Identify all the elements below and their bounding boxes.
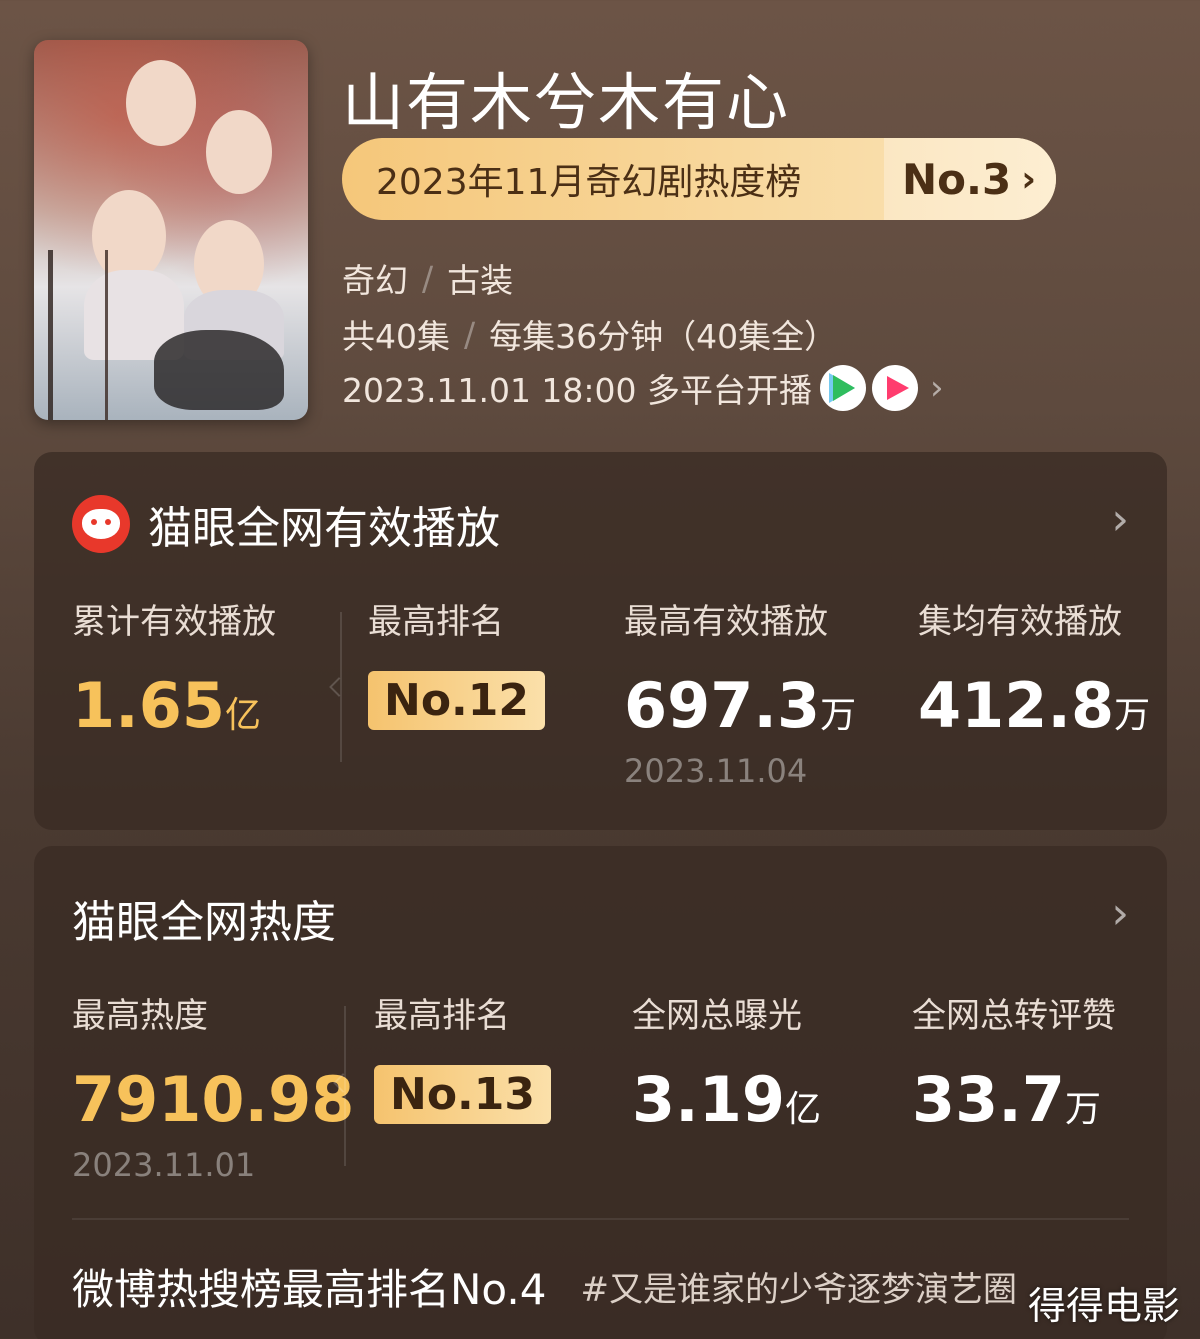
stat-unit: 亿	[224, 695, 261, 736]
stat-label: 最高排名	[368, 602, 504, 642]
stat-label: 全网总曝光	[632, 996, 802, 1036]
episode-length: 每集36分钟（40集全）	[489, 317, 838, 356]
stat-number: 1.65	[72, 669, 225, 742]
watermark: 得得电影	[1027, 1284, 1180, 1328]
stat-unit: 万	[1114, 695, 1151, 736]
divider-notch	[329, 677, 349, 697]
poster-calligraphy	[48, 250, 108, 420]
drama-title: 山有木兮木有心	[342, 66, 791, 139]
rank-badge: No.13	[374, 1065, 551, 1124]
poster-horse-rider	[154, 330, 284, 410]
stat-number: 697.3	[624, 669, 821, 742]
chevron-right-icon[interactable]: ›	[1111, 494, 1129, 545]
stat-number: 412.8	[918, 669, 1115, 742]
stat-value: 7910.98	[72, 1063, 355, 1136]
effective-play-card[interactable]: 猫眼全网有效播放 › 累计有效播放 1.65亿 最高排名 No.12 最高有效播…	[34, 452, 1167, 830]
genre-fantasy: 奇幻	[342, 261, 408, 300]
stat-date: 2023.11.04	[624, 752, 808, 790]
heat-card[interactable]: 猫眼全网热度 › 最高热度 7910.98 2023.11.01 最高排名 No…	[34, 846, 1167, 1339]
youku-icon	[872, 365, 919, 411]
heat-header: 猫眼全网热度	[72, 886, 336, 950]
stat-value: 412.8万	[918, 669, 1150, 742]
stat-unit: 万	[1064, 1089, 1101, 1130]
separator: /	[464, 314, 476, 354]
divider	[329, 612, 349, 762]
drama-poster[interactable]	[34, 40, 308, 420]
stat-label: 最高热度	[72, 996, 208, 1036]
genre-costume: 古装	[447, 261, 514, 300]
stat-date: 2023.11.01	[72, 1146, 256, 1184]
weibo-hashtag[interactable]: #又是谁家的少爷逐梦演艺圈	[580, 1262, 1017, 1311]
stat-peak-heat: 最高热度 7910.98 2023.11.01	[72, 988, 354, 1184]
poster-figure	[126, 60, 196, 146]
episode-count: 共40集	[342, 317, 450, 356]
rank-badge: No.12	[368, 671, 545, 730]
monthly-rank-pill[interactable]: 2023年11月奇幻剧热度榜 No.3 ›	[342, 138, 1056, 220]
stat-label: 集均有效播放	[918, 602, 1122, 642]
divider	[333, 1006, 353, 1166]
stat-total-exposure: 全网总曝光 3.19亿	[632, 988, 821, 1136]
rank-number: No.3 ›	[884, 138, 1056, 220]
heat-title: 猫眼全网热度	[72, 897, 336, 948]
stat-number: 3.19	[632, 1063, 785, 1136]
stat-top-rank: 最高排名 No.12	[368, 594, 545, 730]
weibo-rank-row[interactable]: 微博热搜榜最高排名No.4 #又是谁家的少爷逐梦演艺圈	[72, 1256, 1132, 1317]
stat-peak-plays: 最高有效播放 697.3万 2023.11.04	[624, 594, 856, 790]
tencent-video-icon	[820, 365, 867, 411]
chevron-right-icon[interactable]: ›	[1111, 888, 1129, 939]
separator: /	[422, 258, 434, 298]
premiere-text: 2023.11.01 18:00 多平台开播	[342, 371, 813, 410]
divider	[72, 1218, 1129, 1220]
stat-number: 33.7	[912, 1063, 1065, 1136]
effective-play-header: 猫眼全网有效播放	[72, 492, 500, 556]
stat-unit: 亿	[784, 1089, 821, 1130]
stat-value: 1.65亿	[72, 669, 276, 742]
stat-unit: 万	[820, 695, 857, 736]
stat-value: 33.7万	[912, 1063, 1116, 1136]
weibo-rank-text: 微博热搜榜最高排名No.4	[72, 1265, 547, 1314]
rank-number-text: No.3	[902, 154, 1012, 204]
stat-total-plays: 累计有效播放 1.65亿	[72, 594, 276, 742]
stat-label: 累计有效播放	[72, 602, 276, 642]
genre-line: 奇幻 / 古装	[342, 254, 513, 302]
stat-total-engagement: 全网总转评赞 33.7万	[912, 988, 1116, 1136]
episode-line: 共40集 / 每集36分钟（40集全）	[342, 310, 837, 358]
stat-value: 697.3万	[624, 669, 856, 742]
rank-label: 2023年11月奇幻剧热度榜	[376, 162, 802, 203]
stat-label: 全网总转评赞	[912, 996, 1116, 1036]
stat-value: 3.19亿	[632, 1063, 821, 1136]
stat-label: 最高排名	[374, 996, 510, 1036]
chevron-right-icon: ›	[930, 368, 944, 408]
stat-label: 最高有效播放	[624, 602, 828, 642]
premiere-line[interactable]: 2023.11.01 18:00 多平台开播 ›	[342, 364, 944, 412]
maoyan-cat-icon	[72, 495, 130, 553]
stat-heat-rank: 最高排名 No.13	[374, 988, 551, 1124]
stat-avg-plays: 集均有效播放 412.8万	[918, 594, 1150, 742]
chevron-right-icon: ›	[1021, 158, 1037, 200]
effective-play-title: 猫眼全网有效播放	[148, 503, 500, 554]
poster-figure	[206, 110, 272, 194]
